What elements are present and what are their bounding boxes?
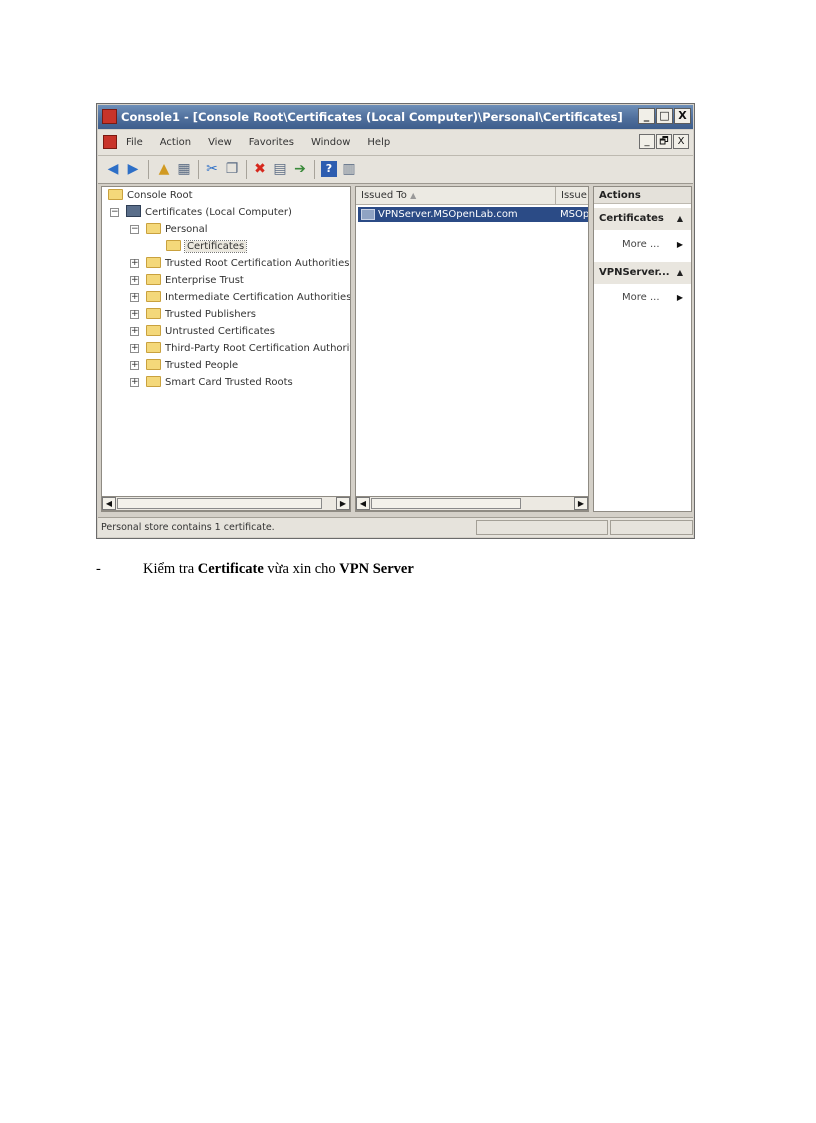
cut-icon[interactable]: ✂ [204,161,220,177]
title-bar: Console1 - [Console Root\Certificates (L… [98,105,693,129]
mmc-app-icon [102,109,117,124]
certificate-list[interactable]: Issued To ▲ Issue VPNServer.MSOpenLab.co… [355,186,589,512]
scroll-thumb[interactable] [371,498,521,509]
cell-issued-by: MSOp [560,209,589,220]
expand-icon[interactable]: + [130,378,139,387]
tree-personal-certificates[interactable]: Certificates [166,239,248,255]
up-folder-icon[interactable]: ▲ [156,161,172,177]
expand-icon[interactable]: + [130,327,139,336]
list-horizontal-scrollbar[interactable]: ◀ ▶ [355,496,589,511]
help-icon[interactable]: ? [321,161,337,177]
column-issued-by[interactable]: Issue [556,187,588,204]
close-button[interactable]: X [674,108,691,124]
certificate-icon [361,209,375,220]
collapse-icon[interactable]: − [110,208,119,217]
tree-item[interactable]: Third-Party Root Certification Authoriti [146,341,350,357]
mmc-window-screenshot: Console1 - [Console Root\Certificates (L… [96,103,695,539]
scroll-right-icon[interactable]: ▶ [336,497,350,510]
cell-issued-to: VPNServer.MSOpenLab.com [378,209,518,220]
column-issued-to[interactable]: Issued To ▲ [356,187,556,204]
folder-icon [146,324,161,336]
minimize-button[interactable]: _ [638,108,655,124]
folder-icon [146,307,161,319]
caption-text: Kiểm tra Certificate vừa xin cho VPN Ser… [143,561,414,577]
submenu-arrow-icon: ▶ [676,240,683,249]
folder-icon [146,341,161,353]
tree-console-root[interactable]: Console Root [108,188,193,204]
folder-icon [146,222,161,234]
scroll-left-icon[interactable]: ◀ [356,497,370,510]
scroll-left-icon[interactable]: ◀ [102,497,116,510]
list-header: Issued To ▲ Issue [356,187,588,205]
menu-favorites[interactable]: Favorites [249,130,294,155]
tree-item[interactable]: Untrusted Certificates [146,324,275,340]
folder-icon [146,375,161,387]
copy-icon[interactable]: ❐ [224,161,240,177]
menu-action[interactable]: Action [160,130,191,155]
document-icon[interactable] [103,135,117,149]
action-pane-icon[interactable]: ▥ [341,161,357,177]
tree-personal[interactable]: Personal [146,222,208,238]
tree-item[interactable]: Intermediate Certification Authorities [146,290,350,306]
collapse-icon[interactable]: − [130,225,139,234]
back-arrow-icon[interactable]: ◀ [105,161,121,177]
folder-icon [146,290,161,302]
delete-icon[interactable]: ✖ [252,161,268,177]
more-actions-link[interactable]: More ... ▶ [594,290,691,306]
status-bar: Personal store contains 1 certificate. [98,517,693,537]
scroll-right-icon[interactable]: ▶ [574,497,588,510]
expand-icon[interactable]: + [130,344,139,353]
expand-icon[interactable]: + [130,361,139,370]
child-restore-button[interactable]: 🗗 [656,134,672,149]
scroll-thumb[interactable] [117,498,322,509]
tree-item[interactable]: Trusted People [146,358,238,374]
actions-section-vpnserver[interactable]: VPNServer... ▲ [594,262,691,284]
window-title: Console1 - [Console Root\Certificates (L… [121,110,623,124]
list-bullet: - [96,561,101,577]
table-row[interactable]: VPNServer.MSOpenLab.com MSOp [358,207,588,222]
status-cell [476,520,608,535]
actions-section-certificates[interactable]: Certificates ▲ [594,208,691,230]
sort-ascending-icon: ▲ [410,191,417,200]
folder-icon [146,273,161,285]
expand-icon[interactable]: + [130,276,139,285]
tree-item[interactable]: Trusted Publishers [146,307,256,323]
child-close-button[interactable]: X [673,134,689,149]
actions-pane: Actions Certificates ▲ More ... ▶ VPNServe… [593,186,692,512]
tree-item[interactable]: Smart Card Trusted Roots [146,375,293,391]
folder-icon [146,358,161,370]
toolbar: ◀ ▶ ▲ ▦ ✂ ❐ ✖ ▤ ➔ ? ▥ [98,156,693,184]
tree-certificates-local-computer[interactable]: Certificates (Local Computer) [126,205,292,221]
folder-icon [146,256,161,268]
collapse-up-icon[interactable]: ▲ [677,262,683,284]
menu-view[interactable]: View [208,130,232,155]
menu-bar: File Action View Favorites Window Help _… [98,130,693,156]
child-minimize-button[interactable]: _ [639,134,655,149]
more-actions-link[interactable]: More ... ▶ [594,237,691,253]
tree-item[interactable]: Trusted Root Certification Authorities [146,256,349,272]
export-list-icon[interactable]: ➔ [292,161,308,177]
open-folder-icon [166,239,181,251]
status-text: Personal store contains 1 certificate. [101,522,275,533]
folder-icon [108,188,123,200]
forward-arrow-icon[interactable]: ▶ [125,161,141,177]
console-tree[interactable]: Console Root − Certificates (Local Compu… [101,186,351,512]
collapse-up-icon[interactable]: ▲ [677,208,683,230]
expand-icon[interactable]: + [130,293,139,302]
show-hide-tree-icon[interactable]: ▦ [176,161,192,177]
submenu-arrow-icon: ▶ [676,293,683,302]
tree-item[interactable]: Enterprise Trust [146,273,244,289]
tree-horizontal-scrollbar[interactable]: ◀ ▶ [101,496,351,511]
expand-icon[interactable]: + [130,310,139,319]
actions-header: Actions [594,187,691,204]
status-cell [610,520,693,535]
menu-window[interactable]: Window [311,130,350,155]
maximize-button[interactable]: □ [656,108,673,124]
computer-icon [126,205,141,217]
menu-file[interactable]: File [126,130,143,155]
properties-icon[interactable]: ▤ [272,161,288,177]
expand-icon[interactable]: + [130,259,139,268]
menu-help[interactable]: Help [367,130,390,155]
